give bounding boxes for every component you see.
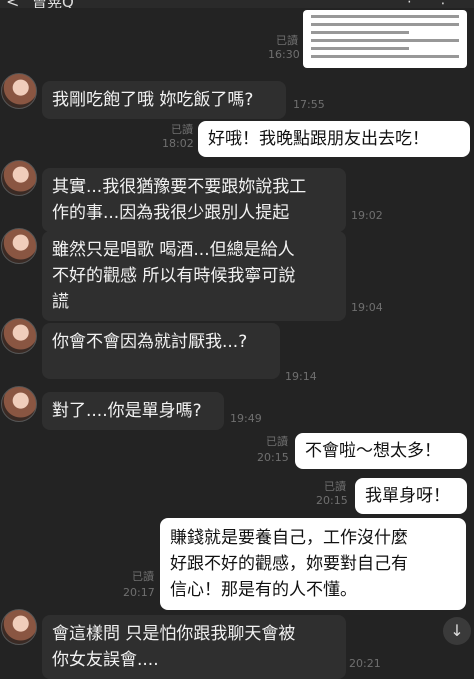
outgoing-message: 賺錢就是要養自己，工作沒什麼 好跟不好的觀感，妳要對自己有 信心！那是有的人不懂…: [160, 518, 466, 610]
message-time: 16:30: [268, 48, 300, 61]
read-receipt: 已讀: [276, 34, 298, 47]
incoming-message: 會這樣問 只是怕你跟我聊天會被 你女友誤會....: [42, 615, 346, 679]
back-arrow-icon[interactable]: <: [6, 0, 19, 8]
contact-avatar[interactable]: [1, 228, 37, 264]
message-time: 17:55: [293, 98, 325, 111]
incoming-message: 你會不會因為就討厭我...?: [42, 323, 280, 379]
incoming-message: 雖然只是唱歌 喝酒...但總是給人 不好的觀感 所以有時候我寧可說 謊: [42, 231, 346, 321]
message-time: 20:17: [123, 586, 155, 599]
outgoing-message: 我單身呀！: [355, 478, 467, 514]
message-time: 19:49: [230, 412, 262, 425]
incoming-message: 對了....你是單身嗎?: [42, 392, 224, 430]
message-time: 18:02: [162, 137, 194, 150]
scroll-down-icon[interactable]: ↓: [443, 617, 471, 645]
message-time: 19:04: [351, 301, 383, 314]
header-menu-icons[interactable]: ⁝ ⋮: [407, 0, 460, 7]
read-receipt: 已讀: [324, 480, 346, 493]
contact-avatar[interactable]: [1, 609, 37, 645]
read-receipt: 已讀: [266, 435, 288, 448]
contact-avatar[interactable]: [1, 160, 37, 196]
image-message[interactable]: [303, 10, 467, 68]
contact-name: 曾晃Q: [32, 0, 74, 8]
read-receipt: 已讀: [132, 570, 154, 583]
message-time: 19:02: [351, 209, 383, 222]
incoming-message: 其實...我很猶豫要不要跟妳說我工 作的事...因為我很少跟別人提起: [42, 168, 346, 232]
contact-avatar[interactable]: [1, 386, 37, 422]
message-time: 20:15: [316, 494, 348, 507]
message-time: 20:21: [349, 657, 381, 670]
message-time: 20:15: [257, 451, 289, 464]
incoming-message: 我剛吃飽了哦 妳吃飯了嗎?: [42, 81, 286, 119]
chat-header: < 曾晃Q ⁝ ⋮: [0, 0, 474, 8]
contact-avatar[interactable]: [1, 73, 37, 109]
read-receipt: 已讀: [171, 123, 193, 136]
outgoing-message: 不會啦～想太多！: [295, 433, 467, 469]
message-time: 19:14: [285, 370, 317, 383]
contact-avatar[interactable]: [1, 318, 37, 354]
outgoing-message: 好哦！我晚點跟朋友出去吃！: [198, 121, 470, 157]
